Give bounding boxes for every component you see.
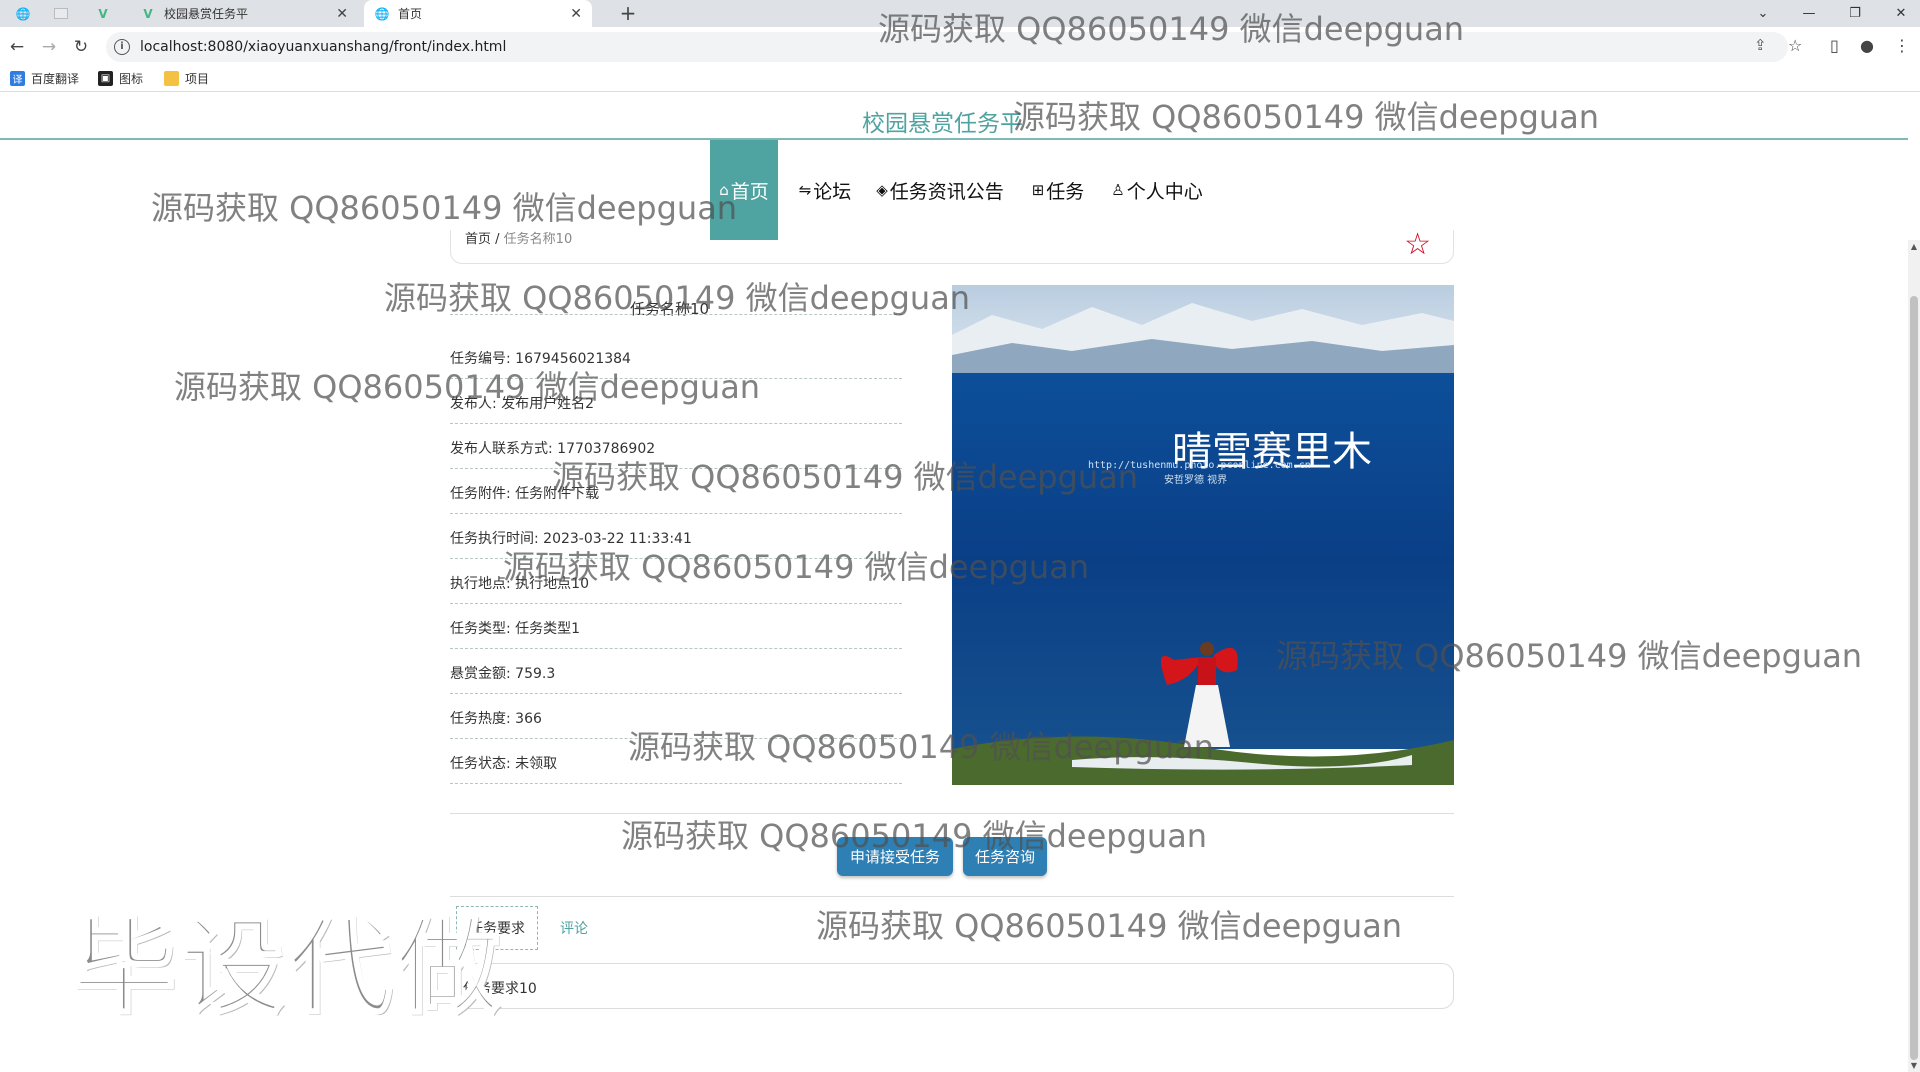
- image-icon: [54, 8, 68, 19]
- nav-label: 首页: [730, 180, 769, 203]
- tab-requirements[interactable]: 任务要求: [456, 906, 538, 950]
- field-divider: [450, 314, 902, 315]
- scroll-down-icon[interactable]: ▼: [1908, 1061, 1920, 1070]
- field-publisher-contact: 发布人联系方式: 17703786902: [450, 424, 902, 469]
- scroll-thumb[interactable]: [1910, 296, 1918, 1060]
- tab-search-icon[interactable]: ⌄: [1740, 0, 1786, 27]
- bookmark-label: 图标: [119, 72, 144, 86]
- browser-tab[interactable]: V 校园悬赏任务平 ✕: [130, 0, 358, 27]
- profile-icon[interactable]: ●: [1860, 36, 1874, 55]
- globe-icon: 🌐: [15, 6, 31, 21]
- close-icon[interactable]: ✕: [570, 6, 582, 22]
- field-reward: 悬赏金额: 759.3: [450, 649, 902, 694]
- tab-comments[interactable]: 评论: [554, 906, 594, 950]
- folder-icon: [164, 71, 179, 86]
- field-task-type: 任务类型: 任务类型1: [450, 604, 902, 649]
- breadcrumb: 首页 / 任务名称10 ☆: [450, 230, 1454, 264]
- section-divider: [450, 813, 1454, 814]
- bookmark-item[interactable]: 译 百度翻译: [10, 70, 79, 87]
- task-consult-button[interactable]: 任务咨询: [963, 837, 1047, 876]
- watermark-text: 源码获取 QQ86050149 微信deepguan: [1013, 98, 1600, 136]
- field-attachment[interactable]: 任务附件: 任务附件下载: [450, 469, 902, 514]
- back-icon[interactable]: ←: [6, 36, 28, 58]
- side-panel-icon[interactable]: ▯: [1830, 36, 1839, 55]
- new-tab-button[interactable]: +: [616, 2, 640, 24]
- requirements-content: 任务要求10: [450, 963, 1454, 1009]
- user-icon: ♙: [1111, 181, 1125, 199]
- field-status: 任务状态: 未领取: [450, 739, 902, 784]
- field-publisher: 发布人: 发布用户姓名2: [450, 379, 902, 424]
- section-divider: [450, 896, 1454, 897]
- field-exec-time: 任务执行时间: 2023-03-22 11:33:41: [450, 514, 902, 559]
- field-heat: 任务热度: 366: [450, 694, 902, 739]
- home-icon: ⌂: [719, 181, 729, 199]
- grid-icon: ⊞: [1031, 181, 1045, 199]
- bookmark-item[interactable]: 项目: [164, 70, 209, 87]
- big-watermark: 毕设代做: [70, 905, 505, 1030]
- address-toolbar: ← → ↻ i localhost:8080/xiaoyuanxuanshang…: [0, 27, 1920, 66]
- pinned-tab[interactable]: [50, 0, 72, 27]
- address-bar[interactable]: i localhost:8080/xiaoyuanxuanshang/front…: [106, 32, 1788, 62]
- url-text[interactable]: localhost:8080/xiaoyuanxuanshang/front/i…: [140, 39, 506, 55]
- site-title: 校园悬赏任务平: [862, 111, 1023, 137]
- restore-button[interactable]: ❐: [1832, 0, 1878, 27]
- field-location: 执行地点: 执行地点10: [450, 559, 902, 604]
- task-name: 任务名称10: [630, 300, 710, 318]
- browser-tab-active[interactable]: 🌐 首页 ✕: [364, 0, 592, 27]
- site-info-icon[interactable]: i: [114, 39, 130, 55]
- bookmark-star-icon[interactable]: ☆: [1788, 36, 1802, 55]
- forward-icon[interactable]: →: [38, 36, 60, 58]
- nav-label: 个人中心: [1126, 180, 1203, 203]
- tab-title: 校园悬赏任务平: [164, 7, 249, 21]
- close-window-button[interactable]: ✕: [1878, 0, 1920, 27]
- share-icon[interactable]: ⇪: [1754, 36, 1767, 54]
- vue-icon: V: [143, 6, 153, 21]
- photo-url-text: http://tushenmu.photo.pconline.com.cn: [1088, 460, 1311, 471]
- field-task-number: 任务编号: 1679456021384: [450, 334, 902, 379]
- reload-icon[interactable]: ↻: [70, 36, 92, 58]
- favorite-star-icon[interactable]: ☆: [1404, 230, 1431, 260]
- pinned-tab[interactable]: V: [92, 0, 114, 27]
- breadcrumb-path: 首页 / 任务名称10: [465, 232, 573, 247]
- tab-title: 首页: [398, 7, 423, 21]
- nav-item-tasks[interactable]: ⊞ 任务: [1028, 140, 1088, 240]
- bookmarks-bar: 译 百度翻译 ▣ 图标 项目: [0, 66, 1920, 92]
- minimize-button[interactable]: —: [1786, 0, 1832, 27]
- vue-icon: V: [98, 6, 108, 21]
- bookmark-label: 项目: [185, 72, 210, 86]
- nav-item-news[interactable]: ◈ 任务资讯公告: [870, 140, 1010, 240]
- nav-item-forum[interactable]: ⇋ 论坛: [794, 140, 856, 240]
- task-image: 晴雪赛里木 http://tushenmu.photo.pconline.com…: [952, 285, 1454, 785]
- watermark-text: 源码获取 QQ86050149 微信deepguan: [816, 907, 1403, 945]
- pinned-tab[interactable]: 🌐: [12, 0, 34, 27]
- translate-icon: 译: [10, 71, 25, 86]
- nav-label: 论坛: [813, 180, 852, 203]
- forum-icon: ⇋: [798, 181, 812, 199]
- nav-label: 任务资讯公告: [889, 180, 1004, 203]
- nav-item-home[interactable]: ⌂ 首页: [710, 140, 778, 240]
- browser-tab-strip: 🌐 V V 校园悬赏任务平 ✕ 🌐 首页 ✕ + ⌄ — ❐ ✕: [0, 0, 1920, 27]
- breadcrumb-current: 任务名称10: [503, 232, 573, 247]
- photo-caption-text: 安哲罗德 视界: [1164, 473, 1227, 486]
- image-icon: ▣: [98, 71, 113, 86]
- watermark-text: 源码获取 QQ86050149 微信deepguan: [151, 189, 738, 227]
- news-icon: ◈: [876, 181, 888, 199]
- scroll-up-icon[interactable]: ▲: [1908, 242, 1920, 251]
- bookmark-label: 百度翻译: [31, 72, 80, 86]
- globe-icon: 🌐: [374, 6, 390, 21]
- breadcrumb-home[interactable]: 首页: [465, 232, 491, 247]
- menu-dots-icon[interactable]: ⋮: [1894, 36, 1910, 55]
- nav-item-personal-center[interactable]: ♙ 个人中心: [1106, 140, 1208, 240]
- nav-label: 任务: [1046, 180, 1085, 203]
- page-scrollbar[interactable]: ▲ ▼: [1908, 240, 1920, 1072]
- bookmark-item[interactable]: ▣ 图标: [98, 70, 143, 87]
- close-icon[interactable]: ✕: [336, 6, 348, 22]
- apply-task-button[interactable]: 申请接受任务: [837, 837, 953, 876]
